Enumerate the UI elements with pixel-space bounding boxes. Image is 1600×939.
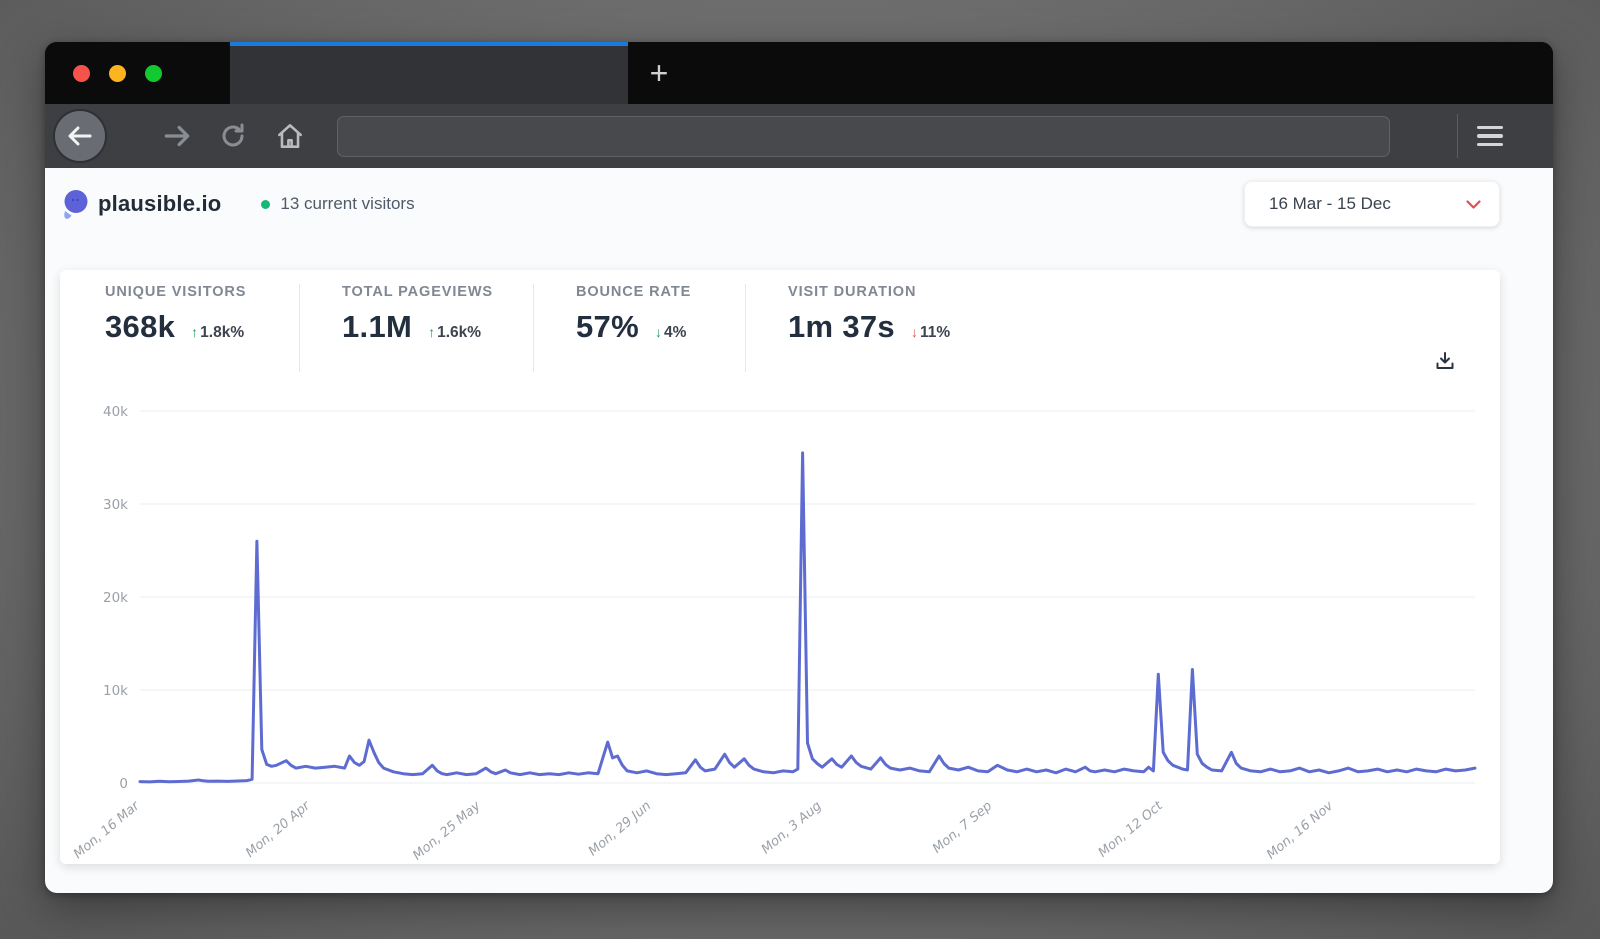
dashboard-header: plausible.io 13 current visitors 16 Mar …: [62, 180, 1500, 228]
browser-titlebar: +: [45, 42, 1553, 104]
stat-value: 1m 37s: [788, 309, 895, 345]
analytics-card: UNIQUE VISITORS 368k ↑1.8k% TOTAL PAGEVI…: [60, 270, 1500, 864]
download-icon: [1434, 350, 1456, 372]
stat-unique-visitors[interactable]: UNIQUE VISITORS 368k ↑1.8k%: [60, 284, 299, 372]
current-visitors[interactable]: 13 current visitors: [261, 194, 414, 214]
date-range-selector[interactable]: 16 Mar - 15 Dec: [1244, 181, 1500, 227]
arrow-up-icon: ↑: [428, 324, 435, 340]
download-export-button[interactable]: [1434, 350, 1456, 372]
stat-visit-duration[interactable]: VISIT DURATION 1m 37s ↓11%: [745, 284, 1065, 372]
site-title[interactable]: plausible.io: [98, 191, 221, 217]
close-button[interactable]: [73, 65, 90, 82]
browser-window: +: [45, 42, 1553, 893]
arrow-up-icon: ↑: [191, 324, 198, 340]
home-button[interactable]: [273, 119, 307, 153]
back-button[interactable]: [53, 109, 107, 163]
window-controls: [73, 65, 162, 82]
stat-label: VISIT DURATION: [788, 284, 1065, 300]
stat-value: 1.1M: [342, 309, 412, 345]
stat-change: ↑1.8k%: [191, 324, 244, 342]
chevron-down-icon: [1466, 200, 1481, 209]
reload-icon: [219, 122, 247, 150]
url-input[interactable]: [337, 116, 1390, 157]
stat-value: 368k: [105, 309, 175, 345]
stat-total-pageviews[interactable]: TOTAL PAGEVIEWS 1.1M ↑1.6k%: [299, 284, 533, 372]
browser-tab-active[interactable]: [230, 42, 628, 104]
toolbar-divider: [1457, 114, 1458, 158]
stat-label: BOUNCE RATE: [576, 284, 745, 300]
stat-change: ↓11%: [911, 324, 950, 342]
hamburger-icon: [1477, 126, 1503, 130]
live-dot-icon: [261, 200, 270, 209]
stat-label: TOTAL PAGEVIEWS: [342, 284, 533, 300]
svg-text:40k: 40k: [103, 404, 128, 420]
stat-change: ↓4%: [655, 324, 686, 342]
svg-text:Mon, 7 Sep: Mon, 7 Sep: [930, 799, 995, 857]
arrow-down-icon: ↓: [655, 324, 662, 340]
svg-text:10k: 10k: [103, 683, 128, 699]
stat-change: ↑1.6k%: [428, 324, 481, 342]
stat-value: 57%: [576, 309, 639, 345]
hamburger-menu-button[interactable]: [1473, 119, 1507, 153]
back-arrow-icon: [66, 122, 94, 150]
home-icon: [275, 121, 305, 151]
visitors-chart[interactable]: 0 10k 20k 30k 40k Mon, 16 Mar Mon, 20 Apr Mon, …: [60, 390, 1500, 860]
arrow-down-icon: ↓: [911, 324, 918, 340]
svg-text:Mon, 16 Mar: Mon, 16 Mar: [71, 798, 144, 860]
page-viewport: plausible.io 13 current visitors 16 Mar …: [45, 168, 1553, 893]
forward-arrow-icon: [162, 121, 192, 151]
visitors-line-chart: 0 10k 20k 30k 40k Mon, 16 Mar Mon, 20 Apr Mon, …: [60, 390, 1500, 860]
reload-button[interactable]: [217, 120, 249, 152]
plausible-logo-icon: [62, 189, 89, 220]
svg-text:30k: 30k: [103, 497, 128, 513]
svg-text:Mon, 3 Aug: Mon, 3 Aug: [759, 799, 825, 858]
new-tab-button[interactable]: +: [635, 42, 683, 104]
svg-text:Mon, 12 Oct: Mon, 12 Oct: [1096, 798, 1167, 860]
maximize-button[interactable]: [145, 65, 162, 82]
svg-text:Mon, 29 Jun: Mon, 29 Jun: [586, 799, 654, 860]
svg-text:0: 0: [119, 776, 128, 792]
svg-text:Mon, 16 Nov: Mon, 16 Nov: [1264, 798, 1336, 860]
minimize-button[interactable]: [109, 65, 126, 82]
stat-bounce-rate[interactable]: BOUNCE RATE 57% ↓4%: [533, 284, 745, 372]
stats-row: UNIQUE VISITORS 368k ↑1.8k% TOTAL PAGEVI…: [60, 270, 1500, 372]
date-range-label: 16 Mar - 15 Dec: [1269, 194, 1391, 214]
current-visitors-label: 13 current visitors: [280, 194, 414, 214]
browser-toolbar: [45, 104, 1553, 168]
svg-text:Mon, 20 Apr: Mon, 20 Apr: [243, 798, 314, 860]
forward-button[interactable]: [161, 120, 193, 152]
desktop-background: { "browser": { "new_tab_label": "+", "ur…: [0, 0, 1600, 939]
svg-text:Mon, 25 May: Mon, 25 May: [410, 798, 484, 860]
brand-group: plausible.io 13 current visitors: [62, 189, 415, 220]
stat-label: UNIQUE VISITORS: [105, 284, 299, 300]
svg-text:20k: 20k: [103, 590, 128, 606]
